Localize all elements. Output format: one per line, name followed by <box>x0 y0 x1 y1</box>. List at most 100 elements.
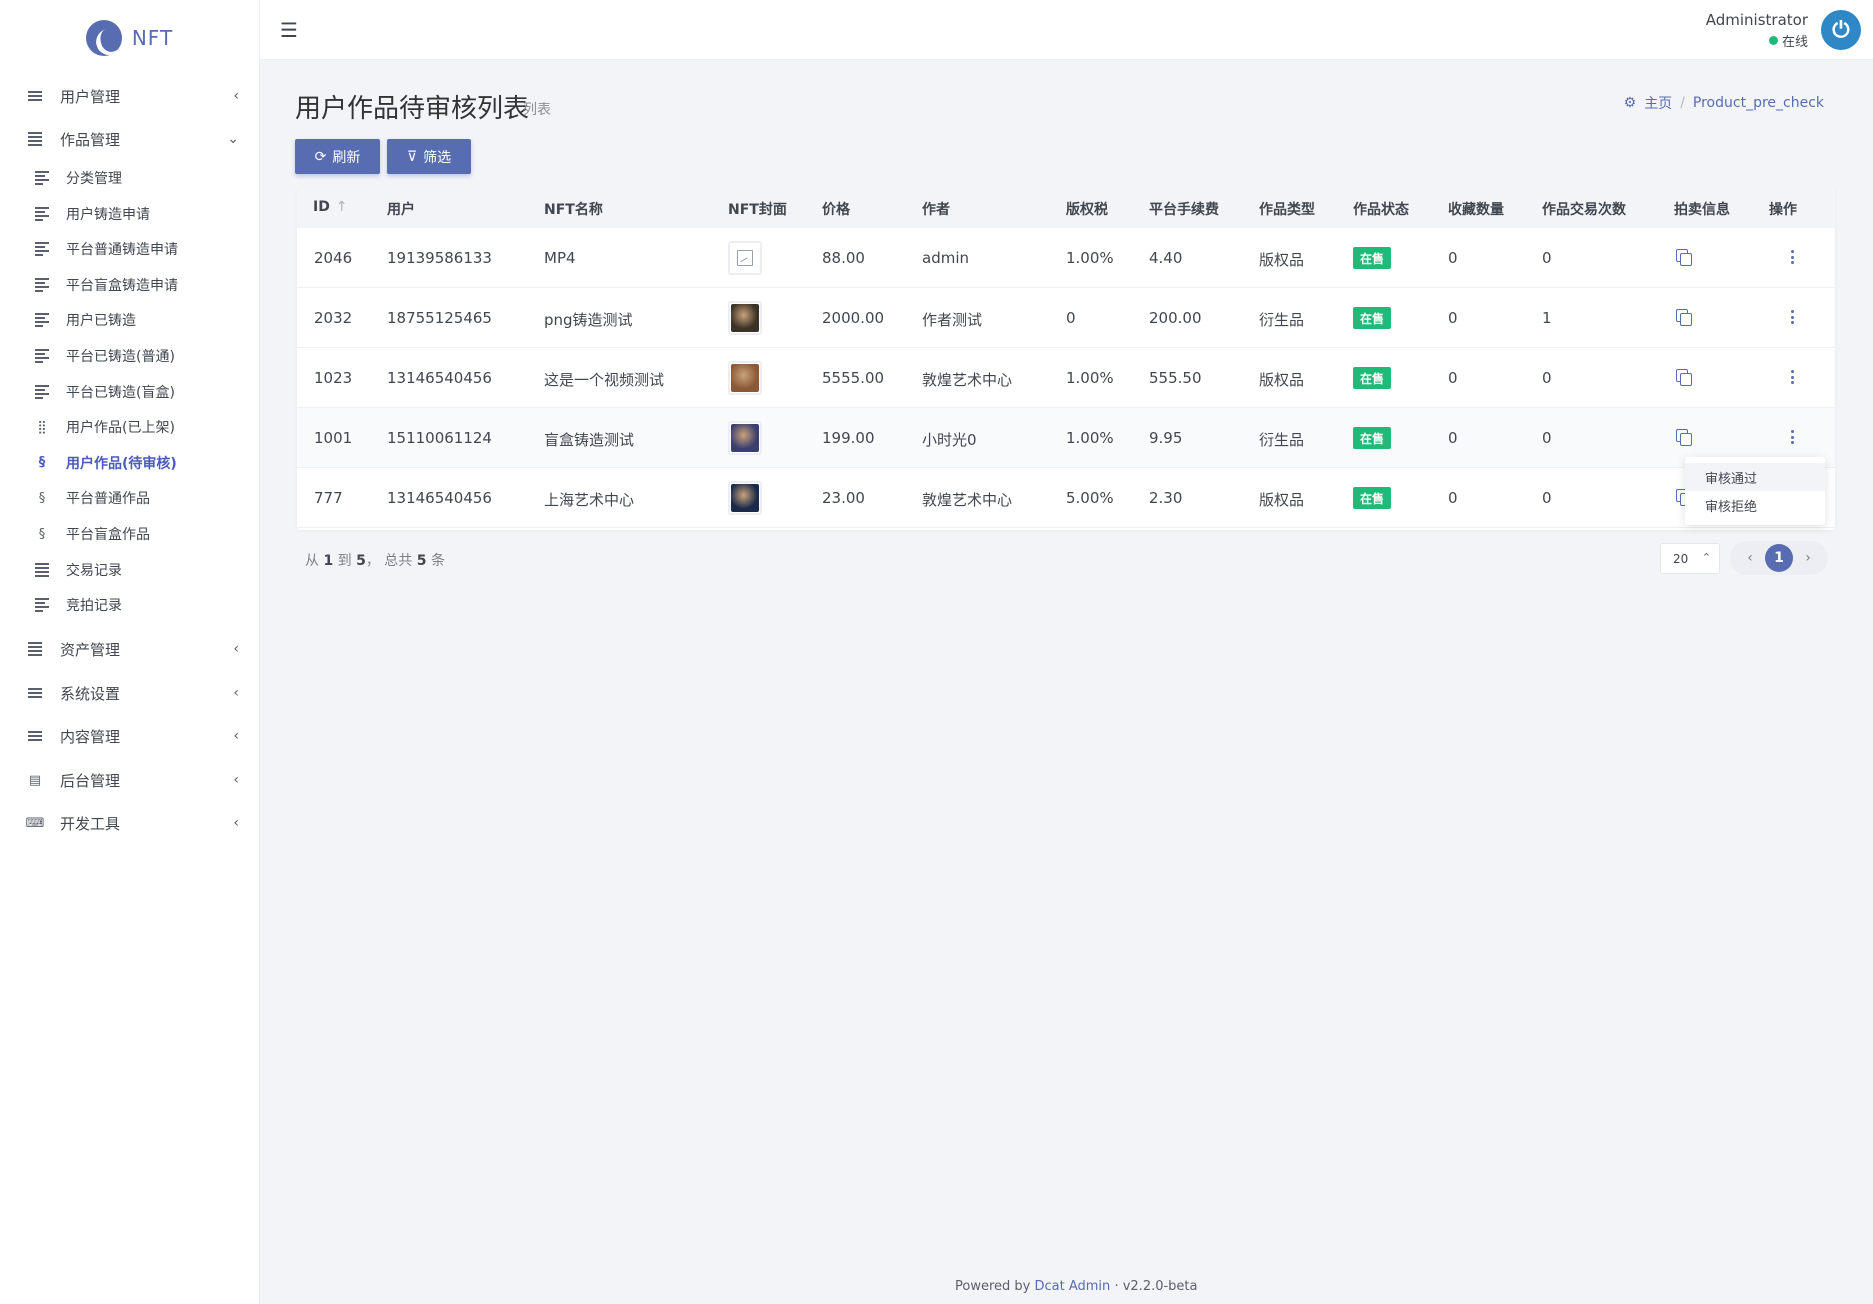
column-header[interactable]: ID ↑ <box>313 199 348 215</box>
cell-fee: 9.95 <box>1149 429 1183 447</box>
table-row: 1001 15110061124 盲盒铸造测试 199.00 小时光0 1.00% 9.95… <box>297 408 1835 468</box>
list-icon <box>26 642 44 656</box>
cell-royalty: 1.00% <box>1066 249 1114 267</box>
sidebar-item-label: 平台已铸造(普通) <box>66 349 175 365</box>
prev-page-button[interactable]: ‹ <box>1736 544 1764 572</box>
brand-logo-icon <box>85 20 122 56</box>
sidebar-item-label: 用户铸造申请 <box>66 206 150 223</box>
cell-type: 版权品 <box>1259 371 1305 389</box>
copy-icon[interactable] <box>1676 369 1692 386</box>
sidebar-item[interactable]: 竞拍记录 <box>0 587 259 623</box>
summary-unit: 条 <box>430 553 445 569</box>
sidebar-item-label: 内容管理 <box>60 727 121 746</box>
approve-menu-item[interactable]: 审核通过 <box>1685 463 1825 491</box>
row-action-dropdown: 审核通过 审核拒绝 <box>1685 457 1825 525</box>
column-header-label: 作者 <box>922 202 950 218</box>
sidebar-item[interactable]: 平台普通铸造申请 <box>0 231 259 267</box>
cell-royalty: 0 <box>1066 309 1076 327</box>
summary-to: 到 <box>337 553 352 569</box>
sidebar-item[interactable]: 资产管理 ‹ <box>0 627 259 671</box>
footer: Powered by Dcat Admin · v2.2.0-beta <box>955 1279 1198 1294</box>
cell-user: 19139586133 <box>387 249 492 267</box>
sidebar-item-label: 开发工具 <box>60 814 121 833</box>
sidebar-item[interactable]: § 平台盲盒作品 <box>0 516 259 552</box>
align-left-icon <box>33 242 51 257</box>
sidebar-item-label: 作品管理 <box>60 130 121 149</box>
nft-cover-thumbnail[interactable] <box>728 481 762 515</box>
chevron-icon: ‹ <box>233 728 239 744</box>
user-name[interactable]: Administrator <box>1706 11 1808 29</box>
align-left-icon <box>33 313 51 328</box>
cell-price: 2000.00 <box>822 309 885 327</box>
sidebar-item[interactable]: ⣿ 用户作品(已上架) <box>0 409 259 445</box>
more-actions-icon[interactable] <box>1785 308 1799 326</box>
cell-name: MP4 <box>544 249 576 267</box>
summary-total-prefix: ， 总共 <box>365 553 413 569</box>
copy-icon[interactable] <box>1676 429 1692 446</box>
align-left-icon <box>33 349 51 363</box>
sidebar-item[interactable]: 作品管理 ⌄ <box>0 117 259 161</box>
footer-separator: · <box>1114 1279 1119 1294</box>
cell-author: 敦煌艺术中心 <box>922 491 1013 509</box>
table-row: 2032 18755125465 png铸造测试 2000.00 作者测试 0 200.00… <box>297 288 1835 348</box>
sidebar-item-label: 系统设置 <box>60 684 121 703</box>
sidebar-item[interactable]: § 平台普通作品 <box>0 480 259 516</box>
more-actions-icon[interactable] <box>1785 248 1799 266</box>
summary-total: 5 <box>416 553 427 569</box>
sidebar-item[interactable]: ⌨ 开发工具 ‹ <box>0 801 259 845</box>
sidebar-item[interactable]: 平台盲盒铸造申请 <box>0 267 259 303</box>
nft-cover-image <box>731 484 759 512</box>
column-header: 收藏数量 <box>1448 199 1504 219</box>
nft-cover-thumbnail[interactable] <box>728 421 762 455</box>
nft-cover-thumbnail[interactable] <box>728 301 762 335</box>
copy-icon[interactable] <box>1676 309 1692 326</box>
sidebar-item[interactable]: 交易记录 <box>0 552 259 588</box>
current-page-button[interactable]: 1 <box>1765 544 1793 572</box>
align-left-icon <box>33 384 51 399</box>
cell-name: 上海艺术中心 <box>544 491 635 509</box>
brand-name: NFT <box>131 26 174 50</box>
sidebar-item-label: 资产管理 <box>60 640 121 659</box>
more-actions-icon[interactable] <box>1785 428 1799 446</box>
refresh-button[interactable]: ⟳ 刷新 <box>295 139 380 174</box>
server-icon: ▤ <box>28 772 42 788</box>
status-badge: 在售 <box>1353 427 1392 449</box>
sidebar-item[interactable]: 用户已铸造 <box>0 302 259 338</box>
brand[interactable]: NFT <box>0 0 259 76</box>
sidebar-item[interactable]: 分类管理 <box>0 160 259 196</box>
footer-link[interactable]: Dcat Admin <box>1035 1279 1111 1294</box>
sidebar: NFT 用户管理 ‹ 作品管理 ⌄ 分类管理用户铸造申请平台普通铸造申请 平台盲盒铸造申请… <box>0 0 260 1304</box>
list-icon <box>26 132 44 146</box>
menu-toggle-icon[interactable]: ☰ <box>280 18 298 42</box>
breadcrumb-home[interactable]: 主页 <box>1644 93 1672 113</box>
next-page-button[interactable]: › <box>1794 544 1822 572</box>
sidebar-item[interactable]: 用户管理 ‹ <box>0 74 259 118</box>
sidebar-item[interactable]: 平台已铸造(普通) <box>0 338 259 374</box>
sidebar-item-label: 平台盲盒作品 <box>66 527 150 543</box>
column-header-label: 价格 <box>822 202 850 218</box>
filter-button[interactable]: ⊽ 筛选 <box>387 139 471 174</box>
more-actions-icon[interactable] <box>1785 368 1799 386</box>
sidebar-item[interactable]: 用户铸造申请 <box>0 196 259 232</box>
nft-cover-thumbnail[interactable] <box>728 361 762 395</box>
sidebar-item[interactable]: 平台已铸造(盲盒) <box>0 374 259 410</box>
cell-user: 18755125465 <box>387 309 492 327</box>
cell-royalty: 1.00% <box>1066 429 1114 447</box>
sort-arrow-icon[interactable]: ↑ <box>336 199 348 215</box>
per-page-select[interactable]: 20 ⌃ <box>1660 543 1720 574</box>
sidebar-item[interactable]: 内容管理 ‹ <box>0 714 259 758</box>
breadcrumb-current[interactable]: Product_pre_check <box>1693 95 1824 111</box>
sidebar-item[interactable]: ▤ 后台管理 ‹ <box>0 758 259 802</box>
sidebar-item-label: 平台普通作品 <box>66 491 150 508</box>
per-page-value: 20 <box>1673 551 1689 566</box>
sidebar-item[interactable]: § 用户作品(待审核) <box>0 445 259 481</box>
nft-cover-thumbnail[interactable] <box>728 241 762 275</box>
cell-name: png铸造测试 <box>544 311 633 329</box>
copy-icon[interactable] <box>1676 249 1692 266</box>
reject-menu-item[interactable]: 审核拒绝 <box>1685 491 1825 519</box>
sidebar-item[interactable]: 系统设置 ‹ <box>0 671 259 715</box>
sidebar-item-label: 用户作品(已上架) <box>66 420 175 437</box>
avatar[interactable]: ⏻ <box>1821 10 1861 50</box>
table-header: ID ↑ 用户 NFT名称 NFT封面 价格 作者 版权税 平台手续费 作品类型 作品状态 收藏数量 作… <box>297 186 1835 228</box>
align-left-icon <box>33 277 51 292</box>
